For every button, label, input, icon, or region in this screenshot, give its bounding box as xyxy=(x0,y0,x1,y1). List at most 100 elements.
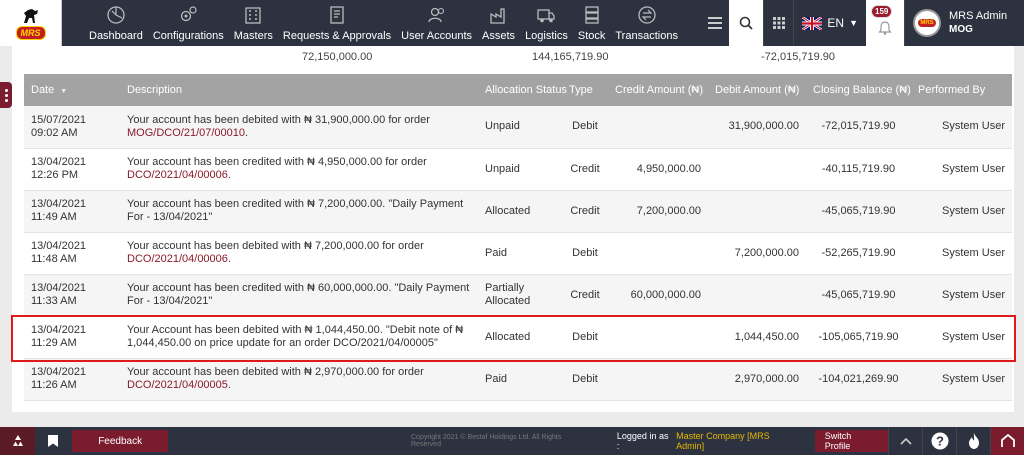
recycle-icon[interactable] xyxy=(0,427,36,455)
nav-item-assets[interactable]: Assets xyxy=(477,0,520,46)
main-nav: Dashboard Configurations Masters Requests &… xyxy=(62,0,683,46)
description-text: Your account has been debited with ₦ 31,… xyxy=(127,113,430,126)
scroll-top-icon[interactable] xyxy=(990,427,1024,455)
bookmark-icon[interactable] xyxy=(35,427,70,455)
dashboard-icon xyxy=(107,6,125,24)
nav-item-stock[interactable]: Stock xyxy=(573,0,611,46)
allocation-status-cell: Unpaid xyxy=(485,162,520,175)
factory-icon xyxy=(489,8,505,24)
horse-icon xyxy=(23,8,38,23)
nav-item-logistics[interactable]: Logistics xyxy=(520,0,573,46)
help-icon[interactable]: ? xyxy=(922,427,956,455)
table-header-row: Date ▼ Description Allocation Status Type… xyxy=(24,74,1012,106)
table-row[interactable]: 13/04/2021 11:29 AM Your Account has been … xyxy=(24,316,1012,358)
table-row[interactable]: 13/04/2021 11:48 AM Your account has been … xyxy=(24,232,1012,274)
nav-item-label: Transactions xyxy=(615,30,678,42)
user-name: MRS Admin xyxy=(949,10,1008,22)
col-header-debit-amount[interactable]: Debit Amount (₦) xyxy=(708,74,806,106)
chevron-up-icon[interactable] xyxy=(888,427,922,455)
document-icon xyxy=(330,6,344,24)
nav-item-label: Dashboard xyxy=(89,30,143,42)
language-selector[interactable]: EN ▼ xyxy=(793,0,866,46)
summary-totals-row: 72,150,000.00 144,165,719.90 -72,015,719… xyxy=(12,46,1014,74)
closing-balance-cell: -45,065,719.90 xyxy=(821,288,896,301)
date-cell: 13/04/2021 11:33 AM xyxy=(31,282,87,307)
menu-icon[interactable] xyxy=(701,0,729,46)
credit-amount-cell: 4,950,000.00 xyxy=(636,162,701,175)
description-cell: Your account has been credited with ₦ 7,… xyxy=(120,190,478,232)
apps-grid-icon[interactable] xyxy=(763,0,793,46)
nav-item-label: Logistics xyxy=(525,30,568,42)
order-reference-link[interactable]: DCO/2021/04/00005 xyxy=(127,379,228,391)
date-cell: 13/04/2021 12:26 PM xyxy=(31,156,87,181)
col-header-performed-by[interactable]: Performed By xyxy=(911,74,1012,106)
allocation-status-cell: Partially Allocated xyxy=(485,282,531,307)
credit-amount-cell xyxy=(608,106,708,148)
description-cell: Your account has been debited with ₦ 2,9… xyxy=(127,366,424,391)
allocation-status-cell: Paid xyxy=(485,246,508,259)
credit-amount-cell xyxy=(608,358,708,400)
date-cell: 13/04/2021 11:49 AM xyxy=(31,198,87,223)
col-header-allocation-status[interactable]: Allocation Status xyxy=(478,74,567,106)
chevron-down-icon: ▼ xyxy=(849,18,858,28)
description-cell: Your account has been debited with ₦ 7,2… xyxy=(127,240,424,265)
performed-by-cell: System User xyxy=(942,204,1005,217)
sort-icon: ▼ xyxy=(60,88,68,95)
closing-balance-cell: -105,065,719.90 xyxy=(818,330,899,343)
nav-item-dashboard[interactable]: Dashboard xyxy=(84,0,148,46)
description-text: Your Account has been debited with ₦ 1,0… xyxy=(127,324,464,349)
account-statement-table: Date ▼ Description Allocation Status Type… xyxy=(24,74,1012,401)
description-text: Your account has been credited with ₦ 7,… xyxy=(127,198,464,223)
logged-in-company: Master Company [MRS Admin] xyxy=(676,431,770,451)
logged-in-label: Logged in as : xyxy=(616,431,669,451)
closing-balance-cell: -104,021,269.90 xyxy=(818,372,899,385)
side-options-handle[interactable] xyxy=(0,82,12,108)
user-menu[interactable]: MRS MRS Admin MOG xyxy=(904,0,1024,46)
table-row[interactable]: 13/04/2021 11:49 AM Your account has been … xyxy=(24,190,1012,232)
top-navbar: MRS Dashboard Configurations Masters Reques… xyxy=(0,0,1024,46)
description-text: Your account has been credited with ₦ 60… xyxy=(127,282,470,307)
date-cell: 13/04/2021 11:26 AM xyxy=(31,366,87,391)
bell-icon xyxy=(878,21,892,35)
closing-balance-cell: -45,065,719.90 xyxy=(821,204,896,217)
description-cell: Your account has been debited with ₦ 31,… xyxy=(127,113,430,139)
switch-profile-button[interactable]: Switch Profile xyxy=(814,430,889,452)
description-text: Your account has been debited with ₦ 2,9… xyxy=(127,366,424,378)
col-header-closing-balance[interactable]: Closing Balance (₦) xyxy=(806,74,911,106)
table-row[interactable]: 13/04/2021 11:26 AM Your account has been … xyxy=(24,358,1012,400)
nav-item-user-accounts[interactable]: User Accounts xyxy=(396,0,477,46)
order-reference-link[interactable]: DCO/2021/04/00006 xyxy=(127,253,228,265)
closing-balance-cell: -72,015,719.90 xyxy=(821,120,896,133)
nav-item-masters[interactable]: Masters xyxy=(229,0,278,46)
type-cell: Debit xyxy=(572,246,598,259)
allocation-status-cell: Allocated xyxy=(485,330,531,343)
col-header-date[interactable]: Date ▼ xyxy=(24,74,120,106)
order-reference-link[interactable]: MOG/DCO/21/07/00010 xyxy=(127,127,245,139)
brand-logo[interactable]: MRS xyxy=(0,0,62,46)
nav-item-label: Stock xyxy=(577,30,606,42)
notifications-button[interactable]: 159 xyxy=(866,0,904,46)
nav-item-transactions[interactable]: Transactions xyxy=(610,0,683,46)
table-row[interactable]: 13/04/2021 12:26 PM Your account has been … xyxy=(24,148,1012,190)
feedback-button[interactable]: Feedback xyxy=(72,430,168,452)
table-row[interactable]: 15/07/2021 09:02 AM Your account has been … xyxy=(24,106,1012,148)
allocation-status-cell: Allocated xyxy=(485,204,531,217)
col-header-credit-amount[interactable]: Credit Amount (₦) xyxy=(608,74,708,106)
nav-item-label: User Accounts xyxy=(401,30,473,42)
nav-item-configurations[interactable]: Configurations xyxy=(148,0,229,46)
table-row[interactable]: 13/04/2021 11:33 AM Your account has been … xyxy=(24,274,1012,316)
summary-value-3: -72,015,719.90 xyxy=(761,51,836,63)
date-cell: 13/04/2021 11:48 AM xyxy=(31,240,87,265)
type-cell: Credit xyxy=(570,288,600,301)
debit-amount-cell: 7,200,000.00 xyxy=(734,246,799,259)
order-reference-link[interactable]: DCO/2021/04/00006 xyxy=(127,169,228,181)
description-cell: Your account has been credited with ₦ 4,… xyxy=(127,156,427,181)
search-icon[interactable] xyxy=(729,0,764,46)
nav-item-label: Assets xyxy=(482,30,516,42)
col-header-type[interactable]: Type xyxy=(562,74,608,106)
fire-icon[interactable] xyxy=(956,427,990,455)
nav-item-requests-approvals[interactable]: Requests & Approvals xyxy=(278,0,396,46)
col-header-description[interactable]: Description xyxy=(120,74,478,106)
building-icon xyxy=(245,7,261,24)
footer-bar: Feedback Copyright 2021 © Bestaf Holding… xyxy=(0,427,1024,455)
